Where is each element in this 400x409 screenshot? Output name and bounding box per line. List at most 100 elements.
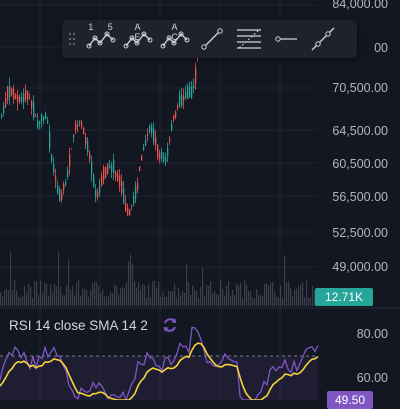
volume-bar xyxy=(0,292,2,306)
volume-bar xyxy=(28,284,30,306)
candle-body xyxy=(163,155,165,162)
candle-body xyxy=(9,85,11,97)
volume-bar xyxy=(100,293,102,306)
volume-bar xyxy=(216,294,218,306)
candle-body xyxy=(125,202,127,212)
volume-bar xyxy=(14,280,16,306)
candle-body xyxy=(113,160,115,173)
rsi-axis-label: 80.00 xyxy=(356,327,388,341)
volume-bar xyxy=(180,295,182,306)
volume-bar xyxy=(234,295,236,306)
pattern-ac-label: A C xyxy=(171,22,184,42)
volume-bar xyxy=(102,289,104,306)
volume-bar xyxy=(66,285,68,306)
volume-bar xyxy=(202,267,204,306)
rsi-indicator-title[interactable]: RSI 14 close SMA 14 2 xyxy=(9,318,148,333)
volume-bar xyxy=(104,295,106,306)
extended-line-tool[interactable] xyxy=(304,20,341,58)
pattern-ae-tool[interactable]: A E xyxy=(119,20,156,58)
volume-bar xyxy=(118,294,120,306)
candle-body xyxy=(31,100,33,109)
volume-bar xyxy=(182,290,184,306)
candle-body xyxy=(79,121,81,124)
candle-body xyxy=(91,162,93,175)
candle-body xyxy=(109,165,111,169)
volume-bar xyxy=(62,295,64,306)
refresh-icon[interactable] xyxy=(160,315,180,335)
candle-body xyxy=(167,147,169,157)
candle-body xyxy=(63,183,65,191)
candle-body xyxy=(51,154,53,162)
candle-body xyxy=(191,85,193,98)
volume-bar xyxy=(278,297,280,306)
volume-bar xyxy=(176,297,178,306)
volume-bar xyxy=(276,296,278,306)
volume-bar xyxy=(268,285,270,306)
candle-body xyxy=(103,167,105,180)
volume-bar xyxy=(88,296,90,306)
volume-bar xyxy=(162,291,164,306)
price-axis-label: 64,500.00 xyxy=(332,124,388,138)
volume-bar xyxy=(258,295,260,306)
volume-bar xyxy=(230,295,232,306)
volume-bar xyxy=(294,289,296,306)
volume-bar xyxy=(160,297,162,306)
pattern-ae-label: A E xyxy=(134,22,147,42)
volume-bar xyxy=(42,293,44,306)
candle-body xyxy=(145,140,147,146)
volume-bar xyxy=(48,295,50,306)
volume-bar xyxy=(40,280,42,306)
volume-bar xyxy=(18,297,20,306)
candle-body xyxy=(35,115,37,117)
volume-bar xyxy=(74,294,76,306)
candle-body xyxy=(193,84,195,89)
volume-bar xyxy=(174,283,176,306)
volume-bar xyxy=(164,296,166,306)
volume-bar xyxy=(78,280,80,306)
price-axis-label: 84,000.00 xyxy=(332,0,388,11)
candle-body xyxy=(155,136,157,146)
volume-bar xyxy=(82,288,84,306)
candle-body xyxy=(151,125,153,134)
fib-levels-tool[interactable] xyxy=(230,20,267,58)
volume-bar xyxy=(6,288,8,306)
volume-bar xyxy=(304,297,306,306)
volume-bar xyxy=(300,284,302,306)
volume-bar xyxy=(260,294,262,306)
volume-bar xyxy=(110,291,112,306)
candle-body xyxy=(117,174,119,181)
candle-body xyxy=(87,141,89,153)
volume-bar xyxy=(146,297,148,306)
volume-bar xyxy=(306,280,308,306)
volume-bar xyxy=(2,296,4,306)
volume-bar xyxy=(10,251,12,306)
candle-body xyxy=(115,172,117,177)
volume-bar xyxy=(266,283,268,306)
volume-bar xyxy=(296,288,298,306)
trend-line-tool[interactable] xyxy=(193,20,230,58)
candle-body xyxy=(55,176,57,181)
candle-body xyxy=(15,94,17,100)
volume-bar xyxy=(98,285,100,306)
candle-body xyxy=(85,137,87,145)
volume-bar xyxy=(282,297,284,306)
volume-bar xyxy=(24,286,26,306)
candle-body xyxy=(67,170,69,178)
pattern-ac-tool[interactable]: A C xyxy=(156,20,193,58)
candle-body xyxy=(189,86,191,98)
horizontal-ray-icon xyxy=(274,36,297,42)
volume-bar xyxy=(92,283,94,306)
horizontal-ray-tool[interactable] xyxy=(267,20,304,58)
extended-line-icon xyxy=(311,27,334,51)
drag-handle-icon[interactable] xyxy=(62,20,82,58)
candle-body xyxy=(71,148,73,150)
volume-bar xyxy=(252,297,254,306)
volume-bar xyxy=(192,285,194,306)
volume-bar xyxy=(246,284,248,306)
volume-bar xyxy=(238,285,240,306)
volume-bar xyxy=(288,280,290,306)
volume-bar xyxy=(140,289,142,306)
pattern-15-tool[interactable]: 1 5 xyxy=(82,20,119,58)
candle-body xyxy=(95,189,97,198)
volume-bar xyxy=(204,296,206,306)
